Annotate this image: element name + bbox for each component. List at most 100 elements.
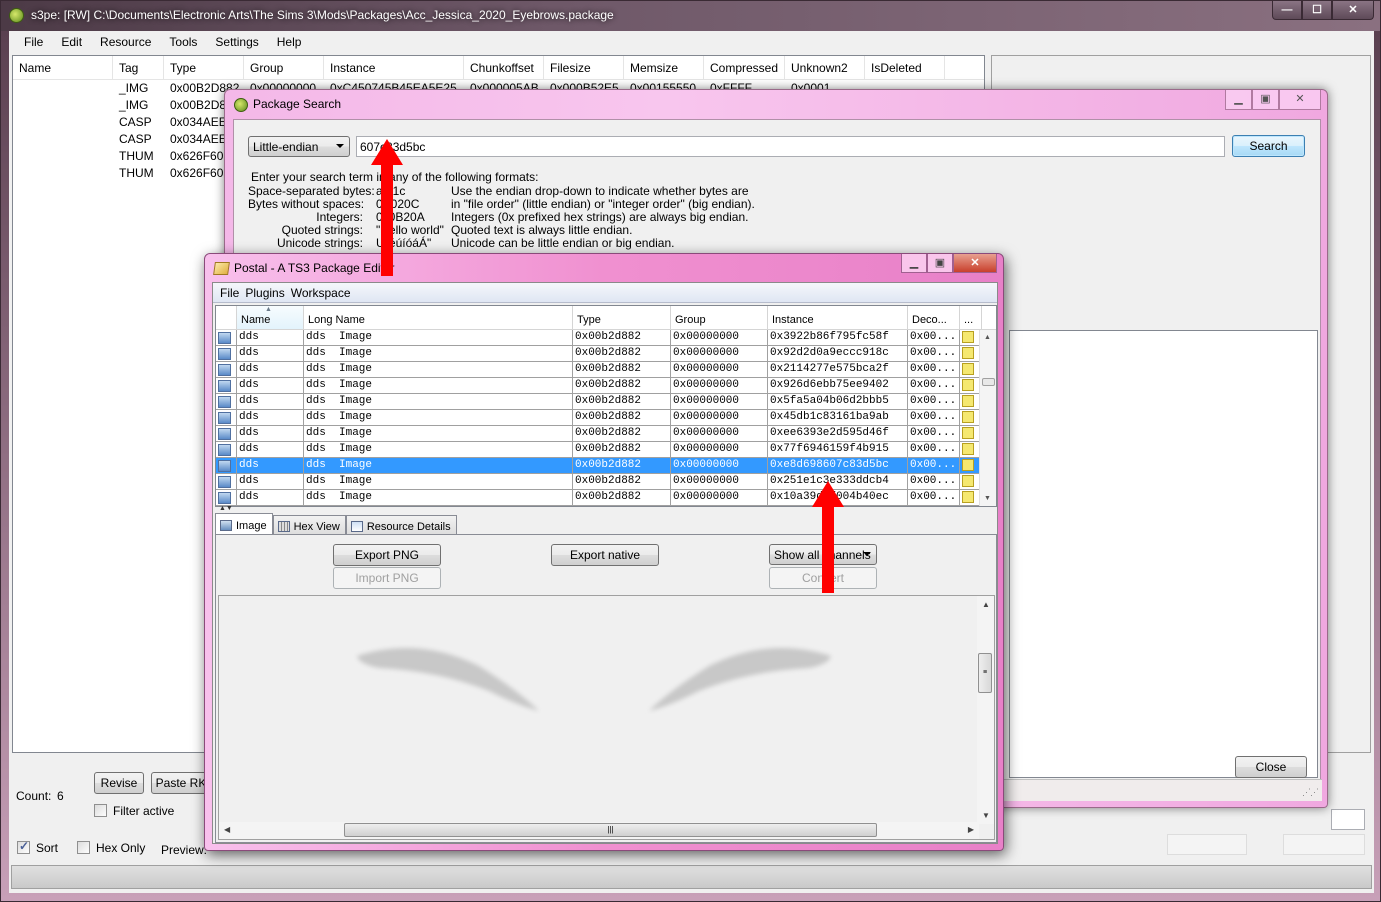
scroll-down-icon[interactable]: ▼	[982, 811, 990, 820]
edit-resource-icon[interactable]	[962, 395, 974, 407]
scroll-right-icon[interactable]: ▶	[968, 825, 974, 834]
image-resource-icon	[218, 412, 231, 424]
col-tag[interactable]: Tag	[113, 56, 164, 79]
export-native-button[interactable]: Export native	[551, 544, 659, 566]
edit-resource-icon[interactable]	[962, 443, 974, 455]
edit-resource-icon[interactable]	[962, 363, 974, 375]
endian-dropdown[interactable]: Little-endian	[248, 136, 350, 157]
menu-help[interactable]: Help	[268, 35, 311, 49]
image-horizontal-scrollbar[interactable]: ◀ ||| ▶	[219, 822, 979, 839]
edit-resource-icon[interactable]	[962, 331, 974, 343]
postal-window-title: Postal - A TS3 Package Editor	[234, 261, 395, 275]
col-memsize[interactable]: Memsize	[624, 56, 704, 79]
scroll-down-icon[interactable]: ▼	[984, 495, 991, 502]
search-close-button[interactable]: ✕	[1279, 90, 1321, 110]
image-vertical-scrollbar[interactable]: ▲ ≡ ▼	[977, 596, 994, 824]
tab-hex-view[interactable]: Hex View	[272, 515, 346, 535]
revise-button[interactable]: Revise	[94, 772, 144, 794]
export-png-button[interactable]: Export PNG	[333, 544, 441, 566]
search-close-dialog-button[interactable]: Close	[1235, 756, 1307, 778]
edit-resource-icon[interactable]	[962, 475, 974, 487]
menu-tools[interactable]: Tools	[160, 35, 206, 49]
search-button[interactable]: Search	[1232, 135, 1305, 157]
search-maximize-button[interactable]: ▣	[1252, 90, 1279, 110]
grid-row[interactable]: dds dds Image 0x00b2d882 0x00000000 0x3922b8…	[216, 330, 996, 346]
paste-rk-button[interactable]: Paste RK	[151, 772, 211, 794]
sort-checkbox[interactable]	[17, 839, 30, 854]
col-compressed[interactable]: Compressed	[704, 56, 785, 79]
tab-resource-details[interactable]: Resource Details	[345, 515, 457, 535]
scroll-up-icon[interactable]: ▲	[984, 334, 991, 341]
edit-resource-icon[interactable]	[962, 427, 974, 439]
postal-menu-file[interactable]: File	[217, 286, 242, 300]
menu-resource[interactable]: Resource	[91, 35, 160, 49]
grid-row[interactable]: dds dds Image 0x00b2d882 0x00000000 0x45db1c…	[216, 410, 996, 426]
col-isdeleted[interactable]: IsDeleted	[865, 56, 945, 79]
import-png-button[interactable]: Import PNG	[333, 567, 441, 589]
postal-close-button[interactable]: ✕	[953, 254, 997, 273]
col-unknown2[interactable]: Unknown2	[785, 56, 865, 79]
grid-row[interactable]: dds dds Image 0x00b2d882 0x00000000 0xe8d698…	[216, 458, 996, 474]
grid-col-type[interactable]: Type	[573, 306, 671, 329]
menu-settings[interactable]: Settings	[206, 35, 267, 49]
postal-maximize-button[interactable]: ▣	[927, 254, 953, 273]
splitter-arrows-icon[interactable]: ▲▼	[219, 505, 233, 512]
edit-resource-icon[interactable]	[962, 379, 974, 391]
endian-dropdown-value: Little-endian	[253, 140, 319, 154]
col-chunkoffset[interactable]: Chunkoffset	[464, 56, 544, 79]
grid-col-instance[interactable]: Instance	[768, 306, 908, 329]
main-titlebar[interactable]: s3pe: [RW] C:\Documents\Electronic Arts\…	[1, 1, 1380, 31]
grid-row[interactable]: dds dds Image 0x00b2d882 0x00000000 0x77f694…	[216, 442, 996, 458]
grid-row[interactable]: dds dds Image 0x00b2d882 0x00000000 0x211427…	[216, 362, 996, 378]
grid-scroll-thumb[interactable]	[982, 378, 995, 386]
resource-grid[interactable]: ▲ Name Long Name Type Group Instance Dec…	[215, 305, 997, 507]
col-filesize[interactable]: Filesize	[544, 56, 624, 79]
grid-col-deco[interactable]: Deco...	[908, 306, 960, 329]
grid-cell-group: 0x00000000	[671, 346, 768, 361]
edit-resource-icon[interactable]	[962, 459, 974, 471]
col-name[interactable]: Name	[13, 56, 113, 79]
minimize-button[interactable]: —	[1272, 1, 1302, 20]
postal-menu-workspace[interactable]: Workspace	[288, 286, 354, 300]
detail-field-2[interactable]	[1167, 834, 1247, 855]
image-hscroll-thumb[interactable]: |||	[344, 823, 877, 837]
col-type[interactable]: Type	[164, 56, 244, 79]
grid-row[interactable]: dds dds Image 0x00b2d882 0x00000000 0x92d2d0…	[216, 346, 996, 362]
resize-grip-icon[interactable]: ⋰⋰	[1302, 787, 1319, 798]
grid-col-icon[interactable]	[216, 306, 237, 329]
search-input[interactable]: 607c83d5bc	[356, 136, 1225, 157]
col-group[interactable]: Group	[244, 56, 324, 79]
menu-file[interactable]: File	[15, 35, 52, 49]
grid-col-more[interactable]: ...	[960, 306, 982, 329]
detail-field-3[interactable]	[1283, 834, 1365, 855]
hex-only-checkbox[interactable]	[77, 841, 90, 854]
grid-row[interactable]: ddsdds Image0x00b2d8820x000000000x251e1c…	[216, 474, 996, 490]
filter-active-checkbox[interactable]	[94, 804, 107, 817]
edit-resource-icon[interactable]	[962, 347, 974, 359]
grid-cell-group: 0x00000000	[671, 330, 768, 345]
edit-resource-icon[interactable]	[962, 491, 974, 503]
image-vscroll-thumb[interactable]: ≡	[978, 653, 992, 693]
tab-image[interactable]: Image	[215, 513, 273, 535]
grid-col-group[interactable]: Group	[671, 306, 768, 329]
scroll-up-icon[interactable]: ▲	[982, 600, 990, 609]
postal-menu-plugins[interactable]: Plugins	[242, 286, 287, 300]
search-minimize-button[interactable]: ▁	[1225, 90, 1252, 110]
grid-col-long-name[interactable]: Long Name	[304, 306, 573, 329]
col-instance[interactable]: Instance	[324, 56, 464, 79]
search-results-list[interactable]	[1009, 330, 1318, 778]
detail-field-1[interactable]	[1331, 809, 1365, 830]
close-button[interactable]: ✕	[1332, 1, 1374, 20]
postal-minimize-button[interactable]: ▁	[901, 254, 927, 273]
menu-edit[interactable]: Edit	[52, 35, 91, 49]
grid-row[interactable]: dds dds Image 0x00b2d882 0x00000000 0xee6393…	[216, 426, 996, 442]
grid-row[interactable]: dds dds Image 0x00b2d882 0x00000000 0x926d6e…	[216, 378, 996, 394]
grid-row[interactable]: ddsdds Image0x00b2d8820x000000000x10a39d…	[216, 490, 996, 506]
scroll-left-icon[interactable]: ◀	[224, 825, 230, 834]
image-preview[interactable]: ▲ ≡ ▼ ◀ ||| ▶	[218, 595, 995, 840]
maximize-button[interactable]: ☐	[1302, 1, 1332, 20]
edit-resource-icon[interactable]	[962, 411, 974, 423]
grid-vertical-scrollbar[interactable]: ▲ ▼	[979, 330, 996, 506]
grid-row[interactable]: dds dds Image 0x00b2d882 0x00000000 0x5fa5a0…	[216, 394, 996, 410]
grid-col-name[interactable]: ▲ Name	[237, 306, 304, 329]
